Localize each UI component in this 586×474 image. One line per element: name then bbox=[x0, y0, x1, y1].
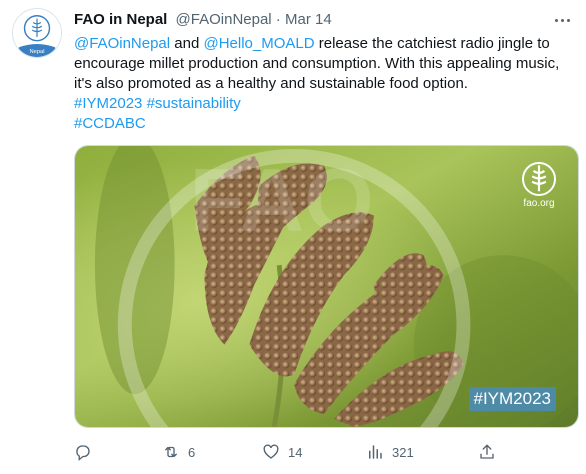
millet-photo: FAO bbox=[75, 146, 578, 427]
views-button[interactable]: 321 bbox=[366, 440, 414, 464]
more-options-icon[interactable] bbox=[552, 10, 572, 30]
fao-wheat-icon bbox=[522, 162, 556, 196]
media-hashtag-overlay: #IYM2023 bbox=[468, 387, 556, 411]
share-icon bbox=[480, 444, 494, 459]
views-icon bbox=[369, 445, 382, 459]
like-count: 14 bbox=[288, 444, 303, 460]
views-count: 321 bbox=[392, 444, 414, 460]
tweet-text: @FAOinNepal and @Hello_MOALD release the… bbox=[74, 34, 564, 134]
meta-separator: · bbox=[271, 11, 285, 28]
reply-button[interactable] bbox=[74, 440, 100, 464]
hashtag-line-2: #CCDABC bbox=[74, 114, 564, 134]
hashtag-sustainability[interactable]: #sustainability bbox=[147, 95, 241, 112]
fao-avatar-logo-icon: Nepal bbox=[13, 9, 61, 57]
like-button[interactable]: 14 bbox=[262, 440, 302, 464]
retweet-button[interactable]: 6 bbox=[162, 440, 195, 464]
tweet-actions: 6 14 321 bbox=[74, 440, 574, 464]
text-and: and bbox=[170, 35, 204, 52]
retweet-icon bbox=[165, 446, 177, 458]
fao-org-text: fao.org bbox=[523, 198, 555, 209]
fao-logo: fao.org bbox=[514, 162, 564, 209]
avatar-label: Nepal bbox=[29, 49, 44, 55]
avatar[interactable]: Nepal bbox=[12, 8, 62, 58]
author-handle[interactable]: @FAOinNepal bbox=[176, 11, 272, 28]
share-button[interactable] bbox=[478, 440, 504, 464]
tweet-header: FAO in Nepal @FAOinNepal · Mar 14 bbox=[74, 10, 332, 30]
tweet-media-image[interactable]: FAO fao.org #IYM2023 bbox=[74, 145, 579, 428]
reply-icon bbox=[76, 445, 90, 461]
author-name[interactable]: FAO in Nepal bbox=[74, 11, 167, 28]
hashtag-ccdabc[interactable]: #CCDABC bbox=[74, 115, 146, 132]
retweet-count: 6 bbox=[188, 444, 196, 460]
tweet-body-paragraph: @FAOinNepal and @Hello_MOALD release the… bbox=[74, 34, 564, 94]
hashtag-iym2023[interactable]: #IYM2023 bbox=[74, 95, 142, 112]
mention-hello-moald[interactable]: @Hello_MOALD bbox=[203, 35, 314, 52]
tweet-date[interactable]: Mar 14 bbox=[285, 11, 332, 28]
mention-faoinnepal[interactable]: @FAOinNepal bbox=[74, 35, 170, 52]
watermark-text: FAO bbox=[190, 150, 374, 250]
hashtag-line: #IYM2023 #sustainability bbox=[74, 94, 564, 114]
tweet[interactable]: Nepal FAO in Nepal @FAOinNepal · Mar 14 … bbox=[0, 0, 586, 474]
heart-icon bbox=[263, 444, 279, 459]
